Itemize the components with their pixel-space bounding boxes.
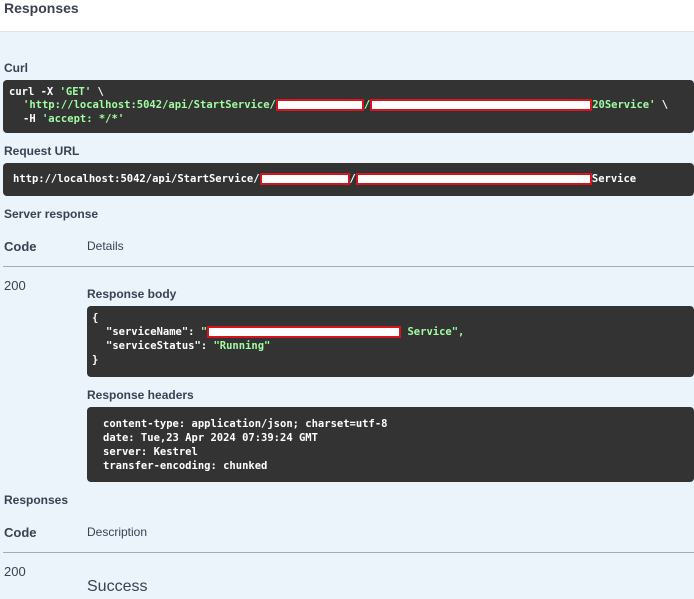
request-url-block[interactable]: http://localhost:5042/api/StartService//… <box>3 163 694 196</box>
table-divider <box>3 266 694 267</box>
json-line-service-status: "serviceStatus": "Running" <box>106 340 271 352</box>
responses-label: Responses <box>4 493 69 507</box>
json-open-brace: { <box>92 312 99 324</box>
curl-label: Curl <box>4 61 28 75</box>
json-line-service-name: "serviceName": " Service", <box>106 326 465 338</box>
redaction-box <box>207 326 402 338</box>
request-url-label: Request URL <box>4 144 80 158</box>
response-body-block[interactable]: { "serviceName": " Service", "serviceSta… <box>87 306 694 377</box>
redaction-box <box>275 99 364 111</box>
responses-status-code: 200 <box>4 564 26 579</box>
response-body-label: Response body <box>87 287 177 301</box>
header-line: transfer-encoding: chunked <box>103 460 268 472</box>
code-column-header: Code <box>4 239 37 254</box>
redaction-box <box>355 173 592 185</box>
header-line: server: Kestrel <box>103 446 198 458</box>
curl-code-block[interactable]: curl -X 'GET' \ 'http://localhost:5042/a… <box>3 80 694 133</box>
curl-line-3: -H 'accept: */*' <box>23 113 125 125</box>
response-headers-block[interactable]: content-type: application/json; charset=… <box>87 407 694 482</box>
redaction-box <box>259 173 350 185</box>
top-bar: Responses <box>0 0 694 32</box>
json-close-brace: } <box>92 354 99 366</box>
curl-line-1: curl -X 'GET' \ <box>9 86 104 98</box>
curl-line-2: 'http://localhost:5042/api/StartService/… <box>23 99 669 111</box>
responses-description-header: Description <box>87 525 148 539</box>
server-response-label: Server response <box>4 207 99 221</box>
response-headers-label: Response headers <box>87 388 194 402</box>
responses-divider <box>3 552 694 553</box>
header-line: date: Tue,23 Apr 2024 07:39:24 GMT <box>103 432 318 444</box>
responses-code-header: Code <box>4 525 37 540</box>
header-line: content-type: application/json; charset=… <box>103 418 388 430</box>
redaction-box <box>370 99 593 111</box>
details-column-header: Details <box>87 239 124 253</box>
responses-description: Success <box>87 578 148 595</box>
responses-title: Responses <box>4 0 79 16</box>
status-code: 200 <box>4 278 26 293</box>
request-url-text: http://localhost:5042/api/StartService//… <box>13 173 637 185</box>
